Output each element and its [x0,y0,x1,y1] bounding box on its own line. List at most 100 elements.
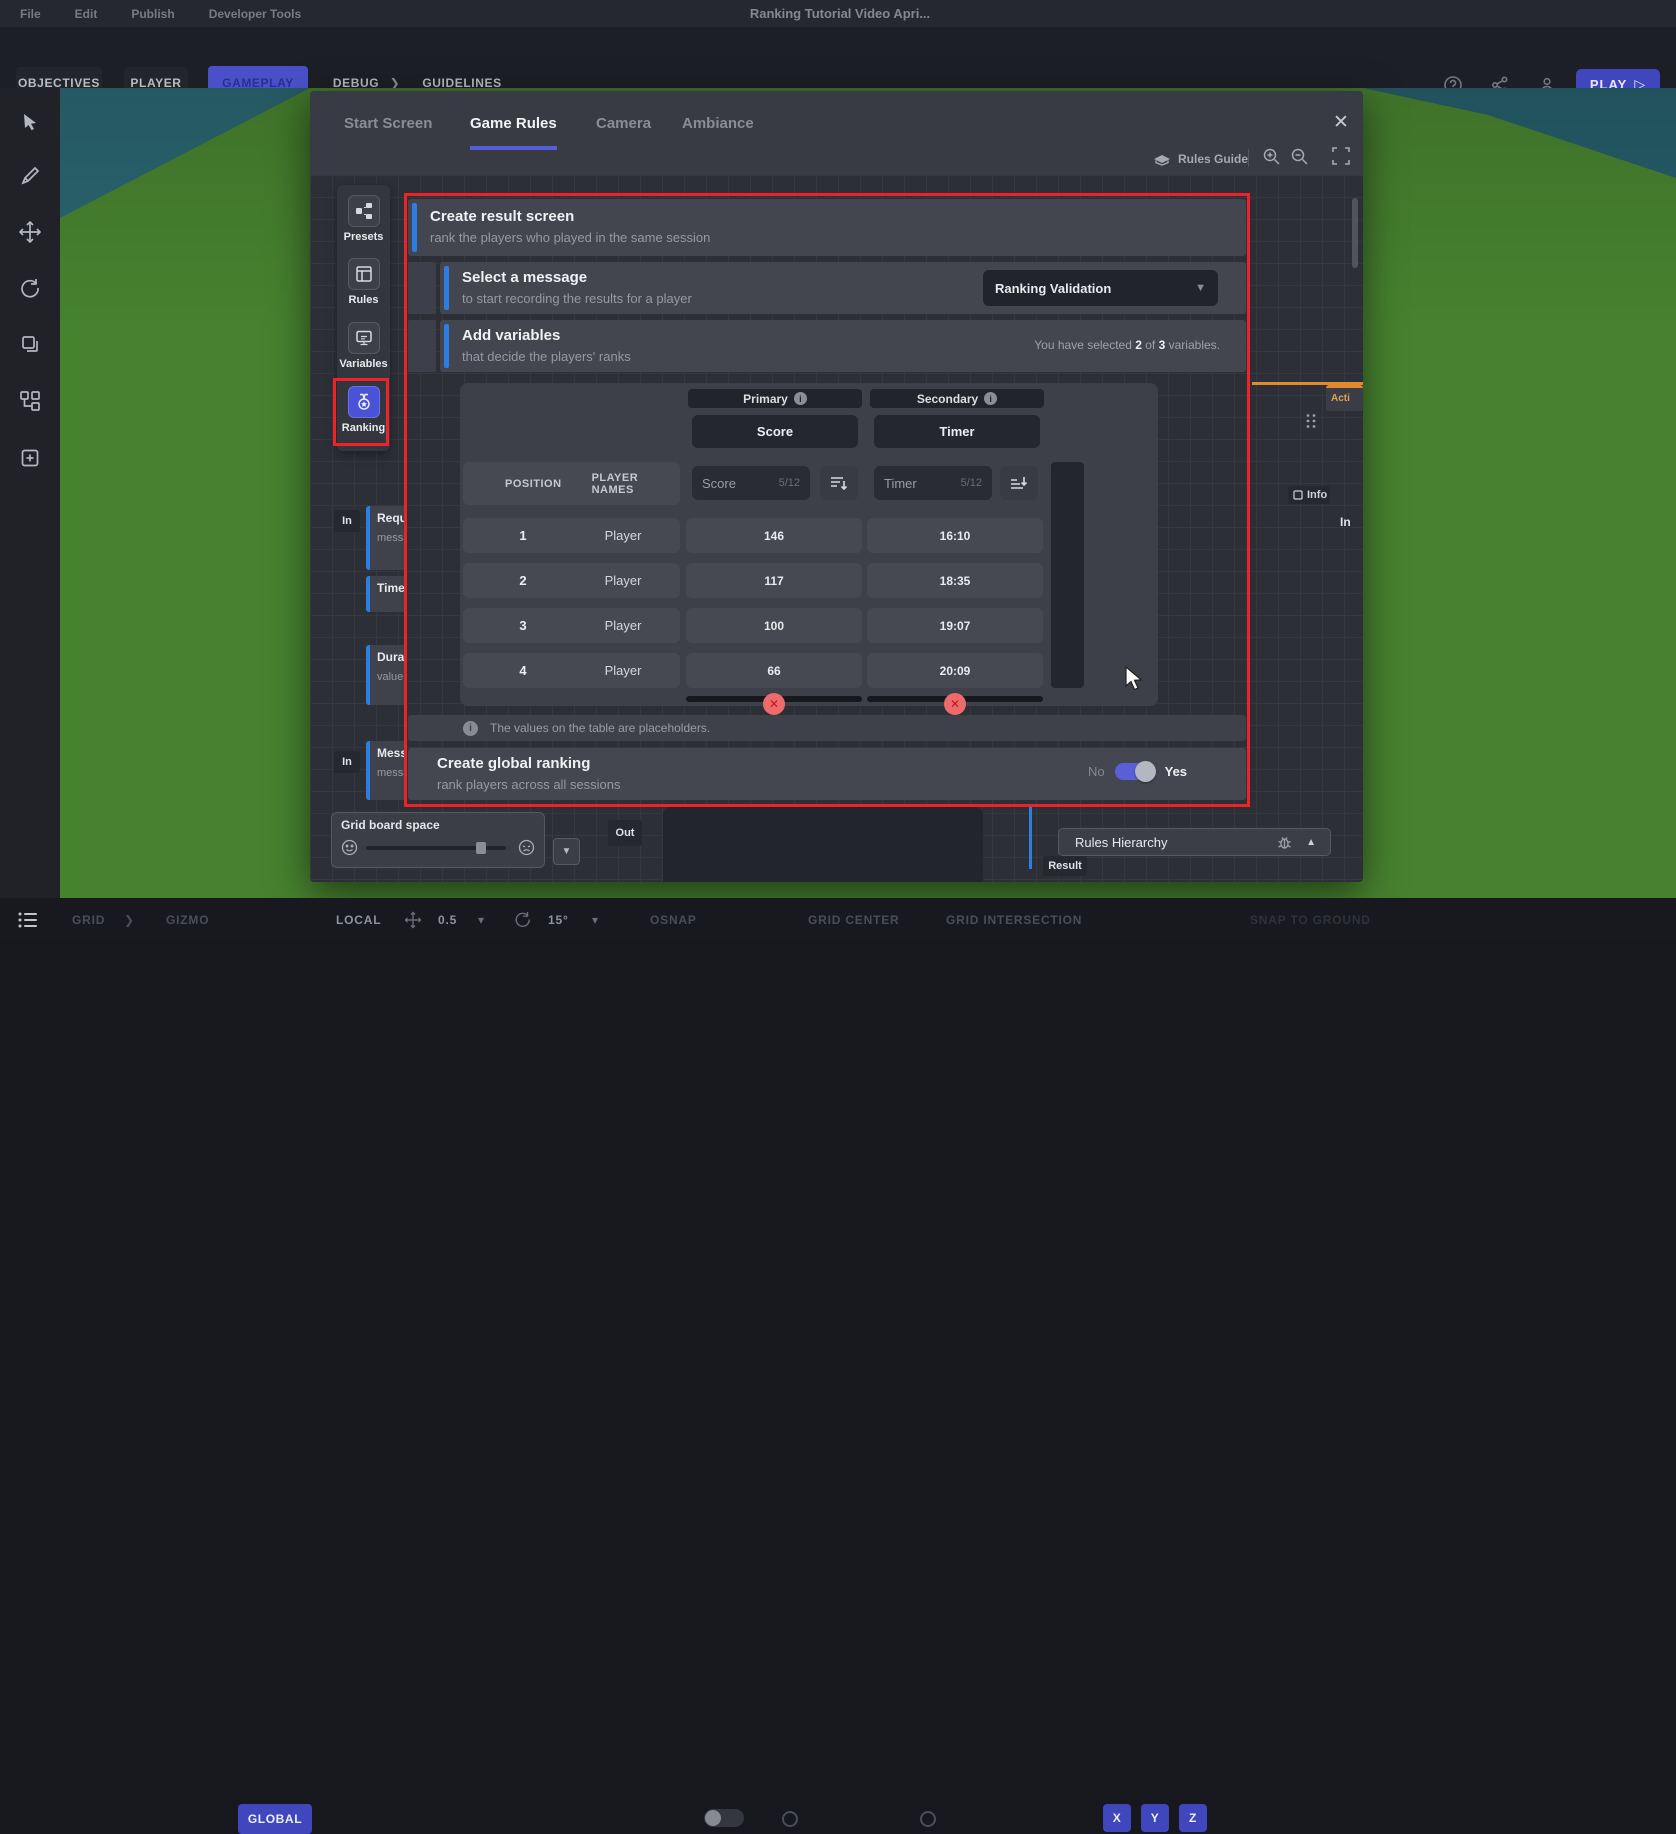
section-global-ranking[interactable]: Create global ranking rank players acros… [408,748,1246,800]
node-port-in[interactable]: In [334,751,360,773]
section-title: Add variables [462,327,560,344]
timer-filter-input[interactable]: Timer 5/12 [874,466,992,500]
panel-dropdown-button[interactable]: ▼ [553,838,580,865]
move-step-value[interactable]: 0.5 [438,898,457,942]
rotate-tool-icon[interactable] [14,272,46,304]
modal-tab-camera[interactable]: Camera [596,115,651,146]
info-label: Info [1307,489,1327,501]
ranking-medal-icon [348,386,380,418]
presets-icon [348,195,380,227]
chevron-down-icon[interactable]: ▾ [478,898,485,942]
section-title: Select a message [462,269,587,286]
global-mode-button[interactable]: GLOBAL [238,1804,312,1834]
result-node-chip[interactable]: Result [1043,856,1087,876]
mouse-cursor [1124,666,1146,692]
close-icon[interactable]: ✕ [1328,109,1354,135]
duplicate-icon[interactable] [14,328,46,360]
note-suffix: variables. [1165,338,1220,352]
ranking-table-panel: Primary i Secondary i Score Timer POSITI… [460,383,1158,706]
rotate-step-value[interactable]: 15° [548,898,569,942]
node-port-out[interactable]: Out [608,820,642,846]
axis-y-button[interactable]: Y [1141,1804,1169,1832]
toggle-knob [1135,761,1156,782]
grid-center-radio[interactable] [782,1811,798,1827]
drag-handle-icon[interactable] [1305,413,1319,431]
secondary-variable-button[interactable]: Timer [874,415,1040,448]
node-stub-timer[interactable]: Time [366,576,404,612]
row-pill: 3 Player [463,608,680,643]
rules-guide-label: Rules Guide [1178,152,1248,166]
info-icon[interactable]: i [984,392,997,405]
sidebar-item-ranking[interactable]: Ranking [337,386,390,434]
char-count: 5/12 [961,477,982,489]
list-icon[interactable] [18,911,38,929]
osnap-toggle[interactable] [704,1809,744,1827]
board-space-slider[interactable] [366,846,506,850]
sidebar-item-variables[interactable]: Variables [337,322,390,370]
sidebar-item-presets[interactable]: Presets [337,195,390,243]
zoom-out-icon[interactable] [1290,147,1309,171]
node-title: Requ [377,511,404,525]
select-cursor-icon[interactable] [14,106,46,138]
row-position: 3 [508,608,538,643]
node-stub-request[interactable]: Requ messa [366,506,404,570]
menu-publish[interactable]: Publish [131,7,174,21]
modal-tab-game-rules[interactable]: Game Rules [470,115,557,150]
section-subtitle: rank players across all sessions [437,777,621,792]
zoom-in-icon[interactable] [1262,147,1281,171]
grid-intersection-radio[interactable] [920,1811,936,1827]
fullscreen-icon[interactable] [1332,147,1350,171]
primary-variable-button[interactable]: Score [692,415,858,448]
ranking-label: Ranking [337,422,390,434]
timer-error-icon[interactable]: ✕ [944,693,966,715]
node-stub-duration[interactable]: Dura value [366,645,404,705]
draw-pen-icon[interactable] [14,160,46,192]
bug-icon[interactable] [1277,835,1292,850]
node-port-in[interactable]: In [334,510,360,532]
section-create-result-screen[interactable]: Create result screen rank the players wh… [408,199,1246,256]
node-stub-message[interactable]: Mess messa [366,741,404,800]
grid-chevron-icon[interactable]: ❯ [124,898,135,942]
score-error-icon[interactable]: ✕ [763,693,785,715]
menu-file[interactable]: File [20,7,41,21]
window-title: Ranking Tutorial Video Apri... [660,0,1020,27]
collapse-icon[interactable]: ▲ [1306,837,1316,848]
slider-thumb[interactable] [476,842,486,854]
rules-hierarchy-panel[interactable]: Rules Hierarchy ▲ [1058,828,1331,856]
section-subtitle: that decide the players' ranks [462,349,631,364]
node-title: Time [377,581,404,595]
group-nodes-icon[interactable] [14,385,46,417]
gizmo-button[interactable]: GIZMO [166,898,209,942]
score-filter-input[interactable]: Score 5/12 [692,466,810,500]
global-ranking-toggle[interactable] [1115,763,1155,780]
add-frame-icon[interactable] [14,442,46,474]
row-player-name: Player [583,608,663,643]
grid-menu-button[interactable]: GRID [72,898,105,942]
toolbar-divider [1248,149,1249,167]
toggle-on-label: Yes [1165,764,1187,779]
rotate-step-icon [514,911,531,928]
axis-z-button[interactable]: Z [1179,1804,1207,1832]
move-tool-icon[interactable] [14,216,46,248]
sort-ascending-icon[interactable] [1000,466,1038,500]
modal-tab-ambiance[interactable]: Ambiance [682,115,754,146]
canvas-scrollbar[interactable] [1352,198,1358,268]
info-icon[interactable]: i [794,392,807,405]
modal-tab-start-screen[interactable]: Start Screen [344,115,432,146]
active-panel-tab[interactable]: Acti [1326,385,1363,411]
sort-descending-icon[interactable] [820,466,858,500]
table-scrollbar[interactable] [1051,462,1084,688]
sidebar-item-rules[interactable]: Rules [337,258,390,306]
message-dropdown[interactable]: Ranking Validation ▼ [983,270,1218,306]
chevron-down-icon[interactable]: ▾ [592,898,599,942]
row-score: 100 [686,608,862,643]
local-mode-button[interactable]: LOCAL [336,898,381,942]
secondary-column-header: Secondary i [870,389,1044,408]
node-subtitle: messa [377,767,404,779]
rules-guide-button[interactable]: Rules Guide [1153,147,1248,171]
info-node-chip[interactable]: Info [1288,486,1330,504]
bottom-node-panel[interactable] [663,807,983,882]
menu-developer-tools[interactable]: Developer Tools [209,7,301,21]
menu-edit[interactable]: Edit [75,7,98,21]
axis-x-button[interactable]: X [1103,1804,1131,1832]
